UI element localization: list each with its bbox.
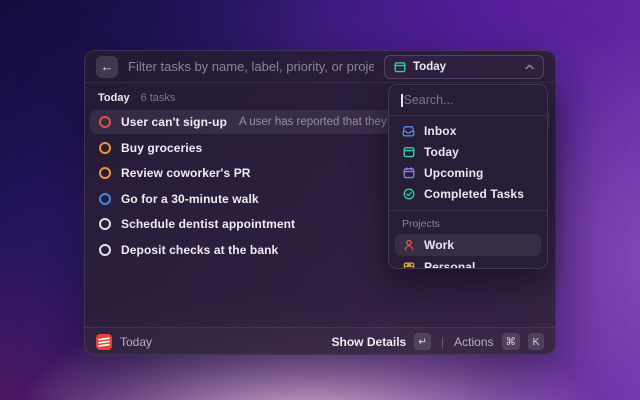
text-cursor (401, 94, 403, 107)
footer-context-label: Today (120, 335, 152, 349)
back-button[interactable]: ← (96, 56, 118, 78)
check-circle-icon (402, 188, 415, 200)
priority-circle-icon (99, 167, 111, 179)
actions-button[interactable]: Actions (454, 335, 493, 349)
task-title: Buy groceries (121, 141, 202, 155)
dropdown-search-input[interactable]: Search... (389, 85, 547, 116)
calendar-today-icon (394, 61, 406, 73)
window-topbar: ← Today (85, 51, 555, 83)
menu-item-label: Inbox (424, 124, 457, 138)
task-title: Deposit checks at the bank (121, 243, 278, 257)
menu-item-upcoming[interactable]: Upcoming (395, 163, 541, 183)
chevron-up-icon (525, 64, 534, 70)
task-title: Go for a 30-minute walk (121, 192, 259, 206)
menu-item-personal[interactable]: Personal (395, 257, 541, 269)
menu-item-completed-tasks[interactable]: Completed Tasks (395, 184, 541, 204)
menu-item-label: Personal (424, 260, 476, 269)
section-title: Today (98, 92, 130, 104)
back-arrow-icon: ← (101, 60, 114, 73)
desktop-background: ← Today Today (0, 0, 640, 400)
menu-item-today[interactable]: Today (395, 142, 541, 162)
footer-divider: | (439, 335, 446, 349)
view-dropdown-label: Today (413, 61, 446, 73)
calendar-today-icon (402, 146, 415, 158)
priority-circle-icon (99, 218, 111, 230)
person-icon (402, 239, 415, 251)
priority-circle-icon (99, 244, 111, 256)
k-key-badge: K (528, 333, 544, 350)
menu-item-label: Upcoming (424, 166, 483, 180)
task-title: Schedule dentist appointment (121, 217, 295, 231)
menu-item-label: Work (424, 238, 454, 252)
show-details-button[interactable]: Show Details (332, 335, 407, 349)
window-footer: Today Show Details ↵ | Actions ⌘ K (85, 327, 555, 355)
box-icon (402, 261, 415, 269)
priority-circle-icon (99, 142, 111, 154)
task-title: User can't sign-up (121, 115, 227, 129)
view-dropdown-menu: Search... Inbox Toda (388, 84, 548, 269)
section-count: 6 tasks (141, 92, 176, 104)
dropdown-search-placeholder: Search... (404, 93, 454, 107)
todoist-logo-icon (96, 334, 112, 350)
task-title: Review coworker's PR (121, 166, 251, 180)
cmd-key-badge: ⌘ (502, 333, 521, 350)
filter-tasks-input[interactable] (128, 59, 374, 74)
return-key-badge: ↵ (414, 333, 431, 350)
priority-circle-icon (99, 193, 111, 205)
projects-section-label: Projects (389, 211, 547, 234)
dropdown-project-items: Work Personal (389, 234, 547, 269)
menu-item-label: Today (424, 145, 459, 159)
menu-item-inbox[interactable]: Inbox (395, 121, 541, 141)
dropdown-view-items: Inbox Today (389, 116, 547, 207)
inbox-icon (402, 125, 415, 137)
view-dropdown-button[interactable]: Today (384, 55, 544, 79)
calendar-upcoming-icon (402, 167, 415, 179)
menu-item-label: Completed Tasks (424, 187, 524, 201)
menu-item-work[interactable]: Work (395, 234, 541, 256)
priority-circle-icon (99, 116, 111, 128)
